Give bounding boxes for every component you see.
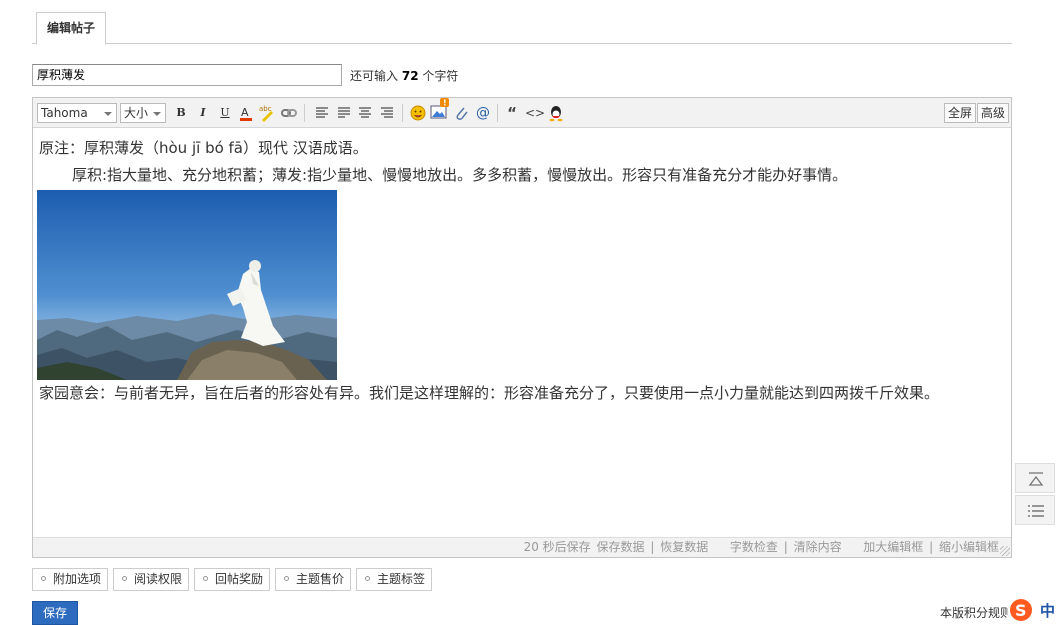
sogou-logo-icon: S: [1010, 599, 1032, 621]
content-line-2: 厚积:指大量地、充分地积蓄；薄发:指少量地、慢慢地放出。多多积蓄，慢慢放出。形容…: [72, 166, 848, 184]
attachment-icon[interactable]: [452, 104, 470, 122]
bullet-icon: [41, 576, 46, 581]
align-right-icon[interactable]: [378, 104, 396, 122]
remain-count: 72: [401, 69, 419, 83]
list-view-button[interactable]: [1015, 495, 1055, 525]
clear-content-link[interactable]: 清除内容: [794, 540, 842, 554]
fullscreen-button[interactable]: 全屏: [944, 103, 977, 123]
bullet-icon: [284, 576, 289, 581]
remaining-chars: 还可输入 72 个字符: [350, 67, 458, 84]
link-icon[interactable]: [280, 104, 298, 122]
subject-input[interactable]: 厚积薄发: [32, 64, 342, 86]
font-size-select[interactable]: 大小: [120, 103, 166, 123]
svg-text:S: S: [1015, 601, 1027, 620]
emoji-icon[interactable]: [409, 104, 427, 122]
svg-text:abc: abc: [259, 105, 272, 113]
rich-text-editor: Tahoma 大小 B I U A abc ! @ “ <> 全屏 高级 原注：…: [32, 97, 1012, 558]
content-line-1: 原注：厚积薄发（hòu jī bó fā）现代 汉语成语。: [39, 139, 368, 157]
align-justify-icon[interactable]: [335, 104, 353, 122]
option-label: 阅读权限: [134, 572, 183, 586]
option-reply-reward-button[interactable]: 回帖奖励: [194, 568, 271, 591]
option-thread-tags-button[interactable]: 主题标签: [356, 568, 433, 591]
tab-edit-post[interactable]: 编辑帖子: [36, 12, 106, 45]
at-icon[interactable]: @: [474, 104, 492, 122]
option-label: 附加选项: [53, 572, 102, 586]
underline-icon[interactable]: U: [216, 104, 234, 122]
qq-icon[interactable]: [547, 104, 565, 122]
restore-data-link[interactable]: 恢复数据: [660, 540, 708, 554]
bullet-icon: [122, 576, 127, 581]
statusbar-divider: |: [929, 540, 934, 554]
save-data-link[interactable]: 保存数据: [596, 540, 644, 554]
content-line-3: 家园意会：与前者无异，旨在后者的形容处有异。我们是这样理解的：形容准备充分了，只…: [39, 384, 940, 402]
statusbar-divider: |: [650, 540, 655, 554]
quote-icon[interactable]: “: [503, 104, 521, 122]
image-icon[interactable]: !: [430, 98, 449, 122]
option-extra-button[interactable]: 附加选项: [32, 568, 109, 591]
shrink-editor-link[interactable]: 缩小编辑框: [939, 540, 999, 554]
bullet-icon: [203, 576, 208, 581]
option-label: 回帖奖励: [215, 572, 264, 586]
back-to-top-icon: [1028, 472, 1044, 486]
remain-prefix: 还可输入: [350, 69, 399, 83]
option-label: 主题标签: [377, 572, 426, 586]
ime-indicator[interactable]: S 中: [1008, 598, 1061, 622]
option-read-permission-button[interactable]: 阅读权限: [113, 568, 190, 591]
resize-grip-icon[interactable]: [1000, 546, 1010, 556]
chevron-down-icon: [104, 112, 112, 116]
statusbar-divider: |: [783, 540, 788, 554]
font-color-icon[interactable]: A: [237, 104, 255, 122]
editor-statusbar: 20 秒后保存 保存数据 | 恢复数据 字数检查 | 清除内容 加大编辑框 | …: [33, 537, 1011, 557]
chevron-down-icon: [153, 112, 161, 116]
editor-toolbar: Tahoma 大小 B I U A abc ! @ “ <> 全屏 高级: [33, 98, 1011, 128]
ime-mode-label: 中: [1040, 602, 1056, 620]
word-check-link[interactable]: 字数检查: [730, 540, 778, 554]
option-thread-price-button[interactable]: 主题售价: [275, 568, 352, 591]
toolbar-divider: [497, 104, 498, 122]
forum-rules-link[interactable]: 本版积分规则: [940, 604, 1012, 621]
font-family-value: Tahoma: [41, 106, 88, 120]
list-icon: [1028, 505, 1044, 517]
align-center-icon[interactable]: [356, 104, 374, 122]
background-color-icon[interactable]: abc: [258, 104, 276, 122]
align-left-icon[interactable]: [313, 104, 331, 122]
taichi-photo: [37, 190, 337, 380]
enlarge-editor-link[interactable]: 加大编辑框: [863, 540, 923, 554]
autosave-countdown: 20 秒后保存: [523, 540, 591, 554]
tab-bar: 编辑帖子: [32, 10, 1012, 45]
remain-suffix: 个字符: [422, 69, 459, 83]
bold-icon[interactable]: B: [172, 104, 190, 122]
advanced-button[interactable]: 高级: [977, 103, 1010, 123]
font-family-select[interactable]: Tahoma: [37, 103, 117, 123]
bullet-icon: [365, 576, 370, 581]
option-label: 主题售价: [296, 572, 345, 586]
toolbar-divider: [402, 104, 403, 122]
back-to-top-button[interactable]: [1015, 463, 1055, 493]
save-button[interactable]: 保存: [32, 601, 78, 625]
font-size-value: 大小: [124, 106, 149, 120]
svg-text:!: !: [443, 99, 447, 108]
editor-content[interactable]: 原注：厚积薄发（hòu jī bó fā）现代 汉语成语。 厚积:指大量地、充分…: [33, 129, 1011, 537]
svg-text:A: A: [241, 106, 249, 119]
italic-icon[interactable]: I: [194, 104, 212, 122]
code-icon[interactable]: <>: [525, 104, 545, 122]
toolbar-divider: [304, 104, 305, 122]
